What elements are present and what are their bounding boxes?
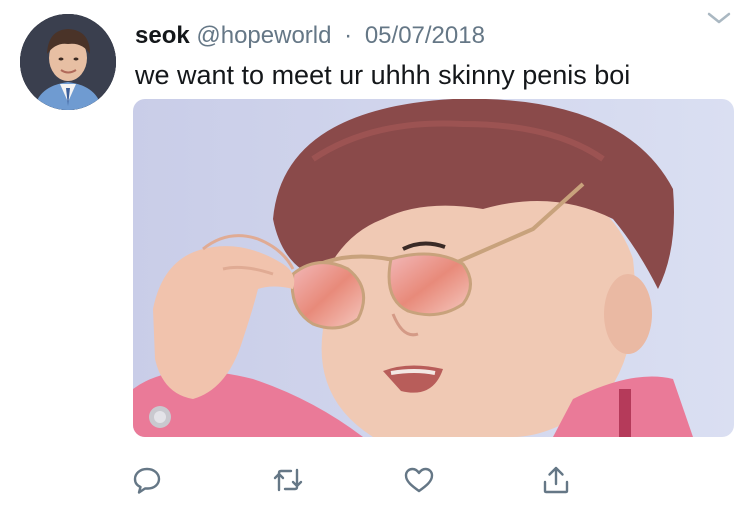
avatar[interactable]: [20, 14, 116, 110]
retweet-arrows-icon: [273, 468, 303, 492]
tweet-text: we want to meet ur uhhh skinny penis boi: [135, 60, 631, 90]
tweet-header: seok @hopeworld · 05/07/2018: [135, 20, 485, 52]
share-button[interactable]: [536, 458, 576, 502]
reply-bubble-icon: [133, 467, 161, 494]
separator-dot: ·: [344, 22, 353, 49]
display-name[interactable]: seok: [135, 22, 190, 49]
like-button[interactable]: [399, 458, 439, 502]
tweet-media-image[interactable]: [133, 99, 734, 437]
user-handle[interactable]: @hopeworld: [196, 22, 331, 49]
tweet-date[interactable]: 05/07/2018: [365, 22, 485, 49]
reply-button[interactable]: [127, 458, 167, 502]
more-options-button[interactable]: [704, 8, 734, 28]
share-upload-icon: [543, 466, 569, 494]
heart-icon: [404, 467, 434, 493]
avatar-photo: [20, 14, 116, 110]
media-photo: [133, 99, 734, 437]
chevron-down-icon: [707, 12, 731, 24]
tweet: seok @hopeworld · 05/07/2018 we want to …: [0, 0, 750, 513]
retweet-button[interactable]: [268, 458, 308, 502]
tweet-actions-bar: [0, 458, 750, 502]
